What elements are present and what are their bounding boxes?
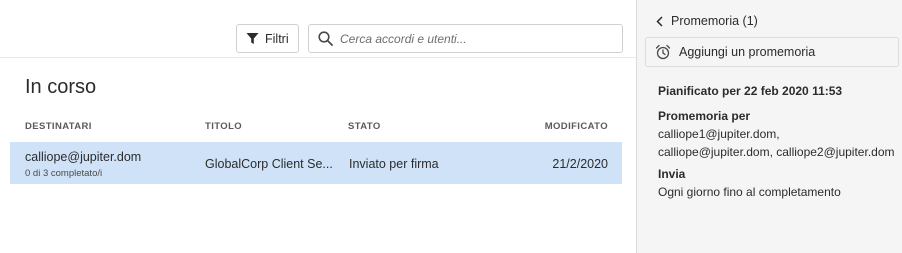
row-status: Inviato per firma — [349, 157, 439, 171]
filter-button-label: Filtri — [265, 31, 289, 46]
filter-icon — [246, 32, 259, 45]
column-header-title[interactable]: TITOLO — [205, 121, 242, 132]
add-reminder-label: Aggiungi un promemoria — [679, 45, 816, 59]
reminders-back-label: Promemoria (1) — [671, 14, 758, 28]
reminder-for-line2: calliope@jupiter.dom, calliope2@jupiter.… — [658, 145, 895, 159]
send-value: Ogni giorno fino al completamento — [658, 185, 841, 199]
row-modified: 21/2/2020 — [552, 157, 608, 171]
table-row[interactable]: calliope@jupiter.dom 0 di 3 completato/i… — [10, 142, 622, 184]
scheduled-text: Pianificato per 22 feb 2020 11:53 — [658, 84, 843, 98]
main-content: Filtri In corso DESTINATARI TITOLO STATO… — [0, 0, 636, 253]
chevron-left-icon — [656, 15, 663, 27]
add-reminder-button[interactable]: Aggiungi un promemoria — [645, 37, 899, 67]
filter-button[interactable]: Filtri — [236, 24, 299, 53]
column-header-modified[interactable]: MODIFICATO — [545, 121, 608, 132]
search-field[interactable] — [308, 24, 623, 53]
row-title: GlobalCorp Client Se... — [205, 157, 333, 171]
column-header-status[interactable]: STATO — [348, 121, 381, 132]
search-icon — [318, 31, 333, 46]
row-progress: 0 di 3 completato/i — [25, 168, 103, 179]
section-title: In corso — [25, 76, 97, 98]
send-label: Invia — [658, 167, 686, 181]
reminder-for-label: Promemoria per — [658, 109, 751, 123]
reminders-panel: Promemoria (1) Aggiungi un promemoria Pi… — [636, 0, 902, 253]
column-header-recipients[interactable]: DESTINATARI — [25, 121, 92, 132]
row-recipient: calliope@jupiter.dom — [25, 150, 142, 164]
toolbar-divider — [0, 57, 636, 58]
reminders-back-link[interactable]: Promemoria (1) — [656, 14, 758, 28]
search-input[interactable] — [340, 26, 622, 51]
alarm-clock-icon — [655, 44, 671, 60]
reminder-for-line1: calliope1@jupiter.dom, — [658, 127, 780, 141]
